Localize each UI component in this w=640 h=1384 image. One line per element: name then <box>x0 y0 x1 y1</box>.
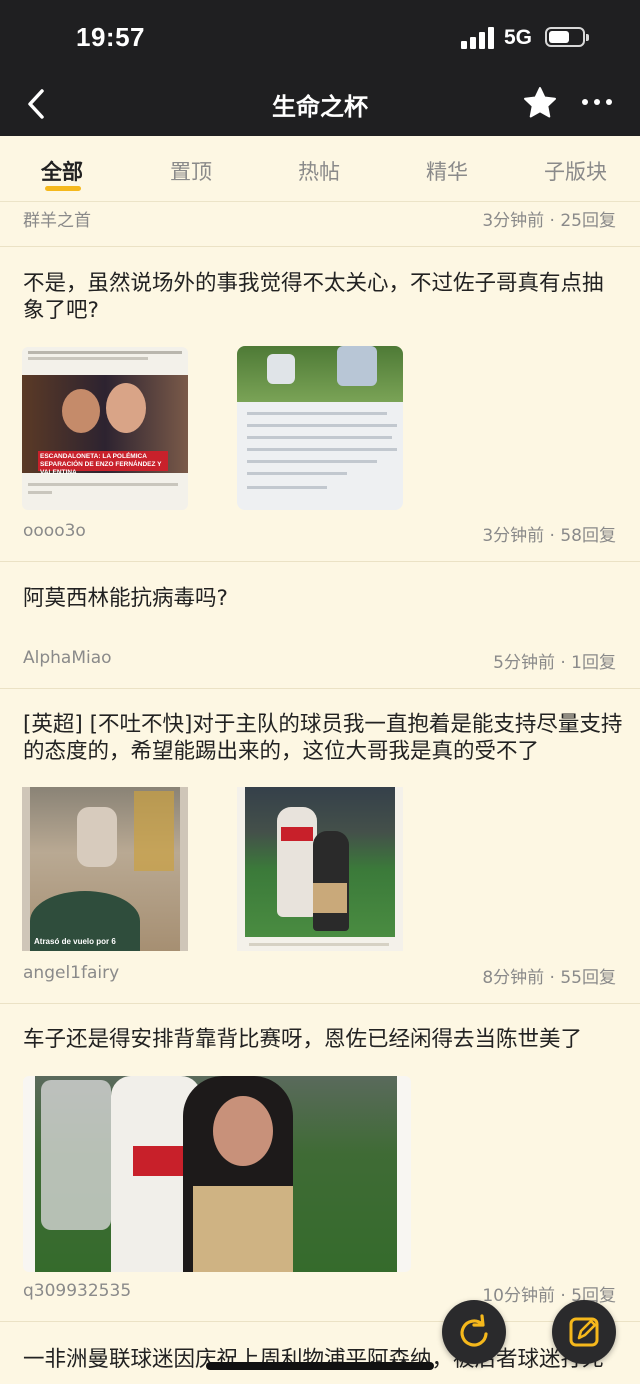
post-author[interactable]: AlphaMiao <box>23 648 112 668</box>
post-title[interactable]: 阿莫西林能抗病毒吗? <box>23 585 623 612</box>
compose-icon <box>569 1317 599 1347</box>
tab-bar: 全部 置顶 热帖 精华 子版块 <box>0 136 640 202</box>
tab-all[interactable]: 全部 <box>41 156 83 186</box>
home-indicator[interactable] <box>206 1362 434 1370</box>
post-item[interactable]: 不是，虽然说场外的事我觉得不太关心，不过佐子哥真有点抽象了吧? ESCANDAL… <box>0 247 640 562</box>
tab-featured[interactable]: 精华 <box>426 156 468 186</box>
tab-hot[interactable]: 热帖 <box>298 156 340 186</box>
post-image[interactable] <box>237 346 403 510</box>
compose-button[interactable] <box>552 1300 616 1364</box>
refresh-icon <box>460 1314 488 1347</box>
more-button[interactable] <box>582 99 614 107</box>
star-icon <box>524 87 556 118</box>
tab-pinned[interactable]: 置顶 <box>170 156 212 186</box>
post-author[interactable]: oooo3o <box>23 521 86 541</box>
post-meta: 3分钟前 · 58回复 <box>482 526 616 546</box>
post-image[interactable]: Atrasó de vuelo por 6 <box>22 787 188 951</box>
refresh-button[interactable] <box>442 1300 506 1364</box>
post-title[interactable]: 车子还是得安排背靠背比赛呀，恩佐已经闲得去当陈世美了 <box>23 1026 623 1053</box>
app-header: 19:57 5G 生命之杯 <box>0 0 640 136</box>
more-dots-icon <box>582 99 588 105</box>
status-time: 19:57 <box>76 22 145 52</box>
active-tab-indicator <box>45 186 81 191</box>
post-image[interactable] <box>237 787 403 951</box>
post-title[interactable]: 不是，虽然说场外的事我觉得不太关心，不过佐子哥真有点抽象了吧? <box>23 270 623 324</box>
signal-icon <box>461 27 495 49</box>
post-meta: 3分钟前 · 25回复 <box>482 211 616 231</box>
post-author[interactable]: q309932535 <box>23 1281 131 1301</box>
post-item[interactable]: [英超] [不吐不快]对于主队的球员我一直抱着是能支持尽量支持的态度的，希望能踢… <box>0 689 640 1004</box>
battery-icon <box>545 27 589 47</box>
post-author[interactable]: 群羊之首 <box>23 206 91 231</box>
post-image[interactable]: ESCANDALONETA: LA POLÉMICA SEPARACIÓN DE… <box>22 347 188 510</box>
post-item[interactable]: 车子还是得安排背靠背比赛呀，恩佐已经闲得去当陈世美了 q309932535 10… <box>0 1004 640 1322</box>
network-label: 5G <box>504 26 533 49</box>
post-author[interactable]: angel1fairy <box>23 963 119 983</box>
post-item[interactable]: 一非洲曼联球迷因庆祝上周利物浦平阿森纳，被后者球迷打死 <box>0 1322 640 1384</box>
post-image[interactable] <box>23 1076 411 1272</box>
post-meta: 8分钟前 · 55回复 <box>482 968 616 988</box>
post-item[interactable]: 群羊之首 3分钟前 · 25回复 <box>0 202 640 247</box>
post-title[interactable]: [英超] [不吐不快]对于主队的球员我一直抱着是能支持尽量支持的态度的，希望能踢… <box>23 711 623 765</box>
image-caption: ESCANDALONETA: LA POLÉMICA SEPARACIÓN DE… <box>38 451 168 476</box>
tab-subforums[interactable]: 子版块 <box>544 156 607 186</box>
post-item[interactable]: 阿莫西林能抗病毒吗? AlphaMiao 5分钟前 · 1回复 <box>0 562 640 689</box>
post-meta: 5分钟前 · 1回复 <box>493 653 616 673</box>
image-caption: Atrasó de vuelo por 6 <box>34 937 116 946</box>
favorite-button[interactable] <box>522 85 558 121</box>
